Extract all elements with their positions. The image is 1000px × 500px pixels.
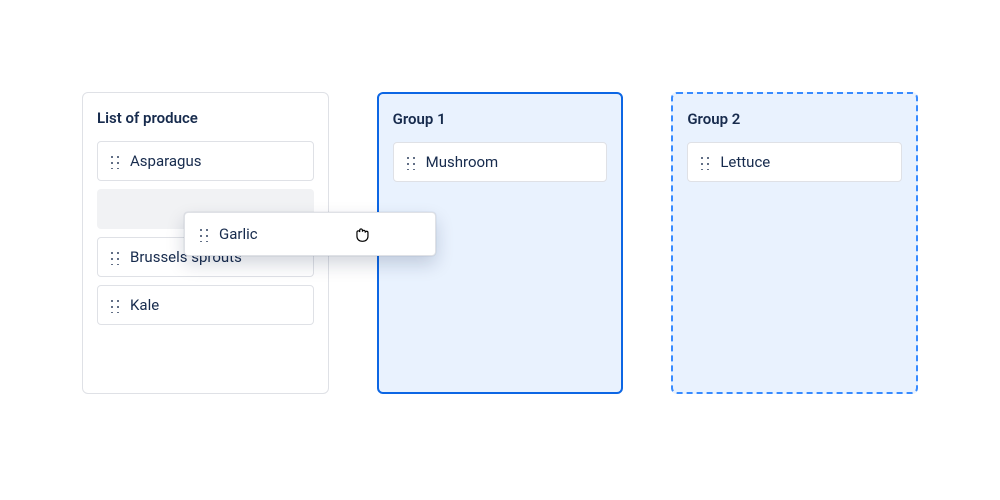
list-item[interactable]: Mushroom (393, 142, 608, 182)
drag-handle-icon[interactable] (404, 154, 416, 170)
list-item[interactable]: Lettuce (687, 142, 902, 182)
panel-title: List of produce (97, 109, 314, 127)
group1-list[interactable]: Mushroom (393, 142, 608, 182)
panel-title: Group 2 (687, 110, 902, 128)
item-label: Garlic (219, 225, 258, 243)
list-item[interactable]: Kale (97, 285, 314, 325)
group2-list[interactable]: Lettuce (687, 142, 902, 182)
drag-handle-icon[interactable] (108, 297, 120, 313)
grab-cursor-icon (351, 223, 373, 245)
drag-handle-icon[interactable] (197, 226, 209, 242)
panel-title: Group 1 (393, 110, 608, 128)
item-label: Asparagus (130, 152, 202, 170)
list-item[interactable]: Asparagus (97, 141, 314, 181)
workspace: List of produce Asparagus Brussels sprou… (0, 0, 1000, 394)
dragging-item[interactable]: Garlic (184, 212, 436, 256)
drag-handle-icon[interactable] (108, 153, 120, 169)
drag-handle-icon[interactable] (108, 249, 120, 265)
group2-panel[interactable]: Group 2 Lettuce (671, 92, 918, 394)
item-label: Lettuce (720, 153, 770, 171)
drag-handle-icon[interactable] (698, 154, 710, 170)
item-label: Kale (130, 296, 159, 314)
item-label: Mushroom (426, 153, 499, 171)
